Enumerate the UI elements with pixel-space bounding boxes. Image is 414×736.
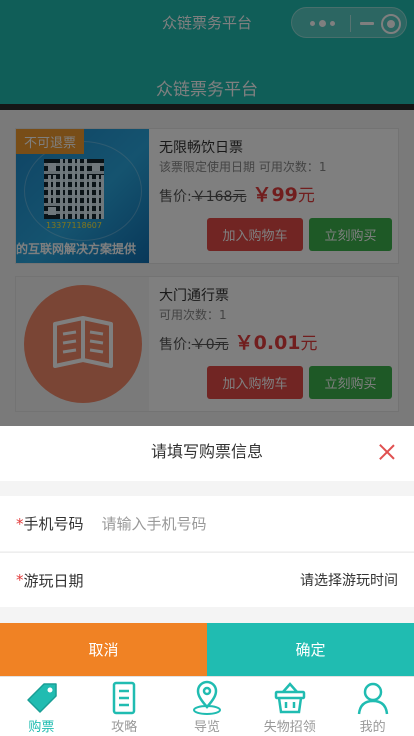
tab-navigation[interactable]: 导览: [166, 677, 249, 736]
tab-tickets[interactable]: 购票: [0, 677, 83, 736]
phone-input[interactable]: [101, 514, 398, 533]
date-picker[interactable]: 请选择游玩时间: [300, 570, 398, 590]
ticket-icon: [27, 683, 58, 713]
tab-label: 攻略: [111, 720, 138, 735]
purchase-info-dialog: 请填写购票信息 * 手机号码 * 游玩日期 请选择游玩时间 取消 确定: [0, 426, 414, 676]
document-icon: [112, 681, 136, 715]
confirm-button[interactable]: 确定: [207, 623, 414, 676]
tab-label: 失物招领: [263, 720, 316, 735]
date-label: 游玩日期: [23, 571, 84, 590]
required-mark: *: [16, 514, 24, 533]
close-icon[interactable]: [378, 443, 396, 461]
phone-label: 手机号码: [23, 515, 84, 533]
required-mark: *: [16, 571, 24, 589]
tab-label: 购票: [28, 720, 55, 735]
map-pin-icon: [192, 680, 221, 715]
user-icon: [357, 682, 388, 715]
cancel-button[interactable]: 取消: [0, 623, 207, 676]
tab-lost-found[interactable]: 失物招领: [248, 677, 331, 736]
bottom-tab-bar: 购票 攻略 导览 失物招领 我的: [0, 676, 414, 736]
tab-label: 我的: [359, 720, 386, 735]
tab-label: 导览: [193, 720, 220, 735]
date-field[interactable]: * 游玩日期 请选择游玩时间: [0, 552, 414, 607]
modal-overlay[interactable]: [0, 0, 414, 426]
tab-guide[interactable]: 攻略: [83, 677, 166, 736]
tab-profile[interactable]: 我的: [331, 677, 414, 736]
phone-field: * 手机号码: [0, 496, 414, 551]
basket-icon: [274, 682, 306, 714]
dialog-title: 请填写购票信息: [0, 426, 414, 481]
